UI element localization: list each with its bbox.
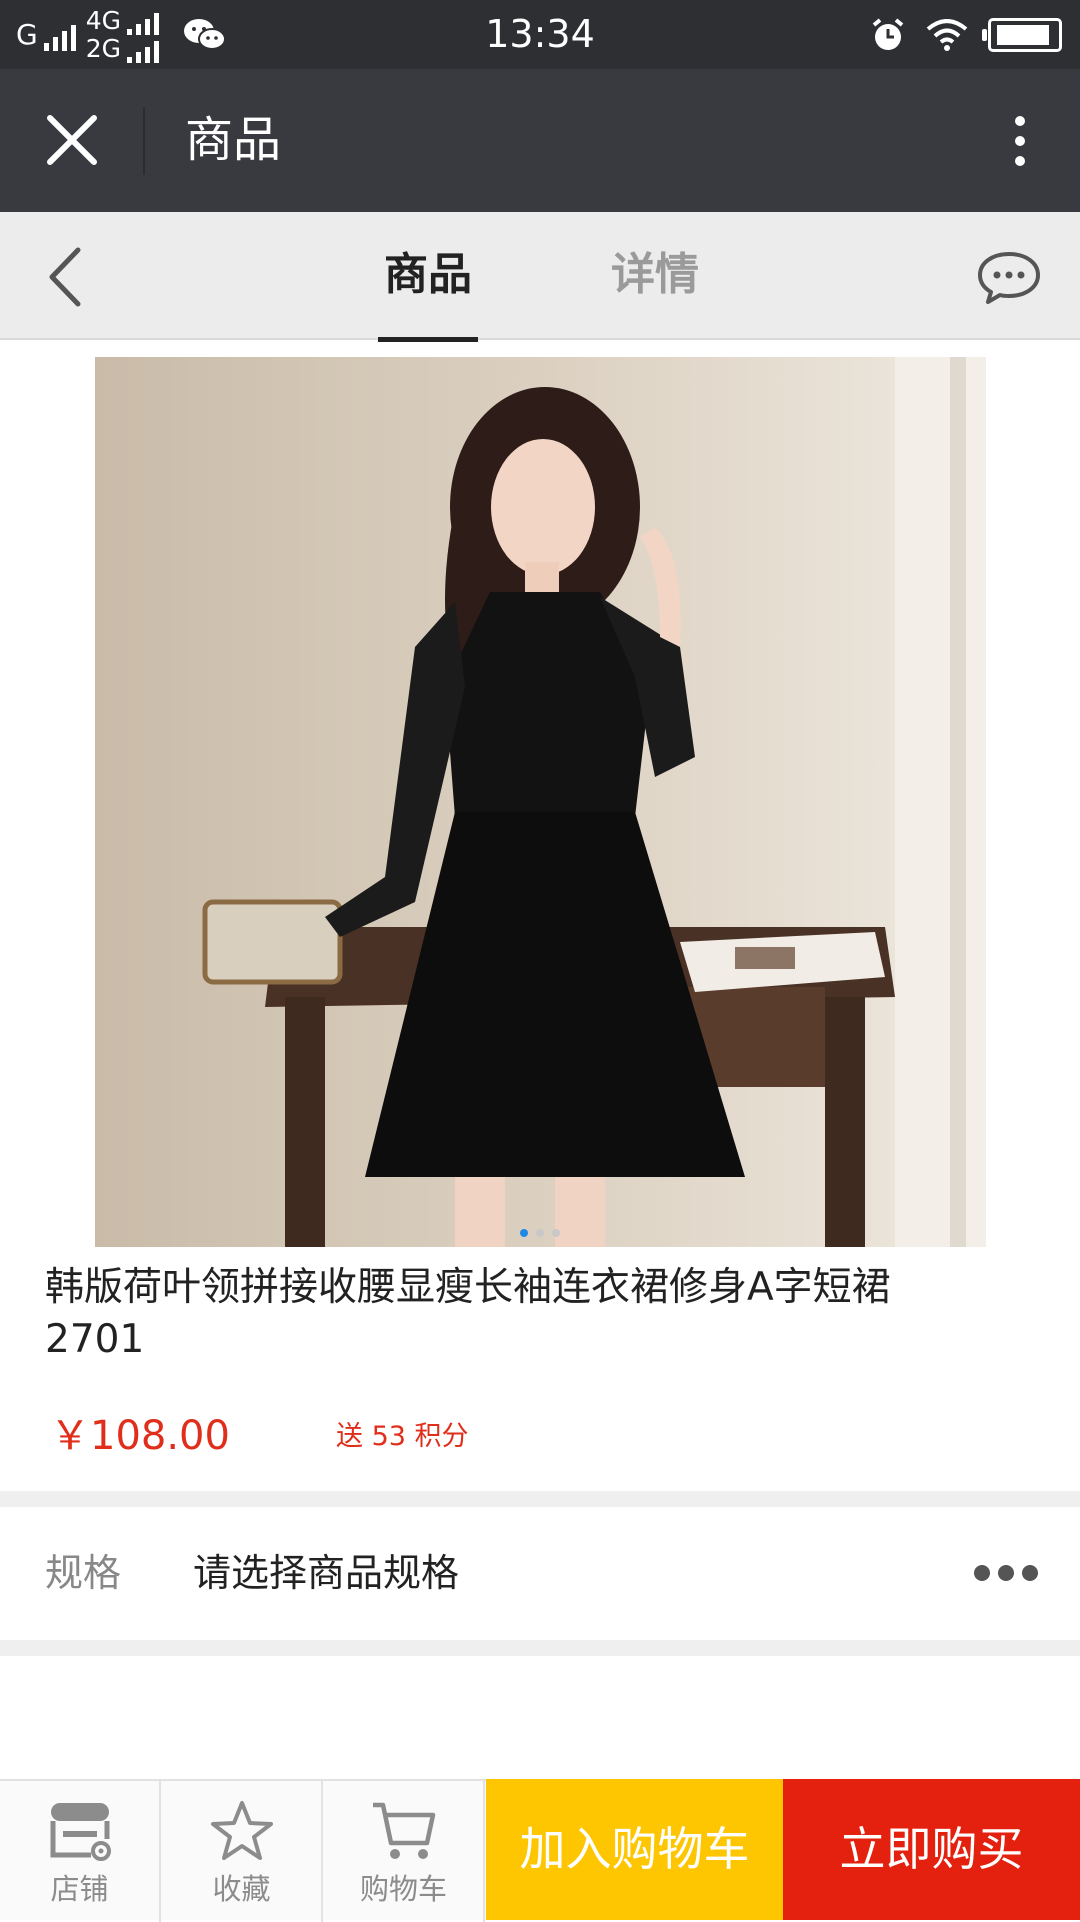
buy-now-button[interactable]: 立即购买 [783,1779,1080,1920]
tab-goods[interactable]: 商品 [378,212,478,340]
page-title: 商品 [185,112,282,168]
close-icon[interactable] [36,104,108,176]
spec-label: 规格 [45,1551,122,1595]
shop-button[interactable]: 店铺 [0,1781,161,1922]
product-photo [95,357,986,1247]
product-image[interactable] [95,357,986,1247]
battery-icon [982,17,1062,52]
chat-icon[interactable] [976,250,1042,306]
section-divider [0,1491,1080,1507]
cart-button[interactable]: 购物车 [324,1781,485,1922]
shop-icon [50,1803,111,1861]
section-divider [0,1640,1080,1656]
status-right [870,0,1062,69]
add-to-cart-button[interactable]: 加入购物车 [486,1779,783,1920]
image-carousel-dots [0,1229,1080,1237]
spec-selector[interactable]: 规格 请选择商品规格 [0,1507,1080,1640]
carousel-dot [552,1229,560,1237]
favorite-label: 收藏 [212,1872,271,1906]
carousel-dot [536,1229,544,1237]
spec-value: 请选择商品规格 [193,1551,460,1595]
active-tab-indicator [378,337,478,342]
header-divider [143,107,145,175]
product-tab-bar: 商品 详情 [0,212,1080,342]
product-price: ￥108.00 [50,1413,230,1459]
favorite-button[interactable]: 收藏 [162,1781,323,1922]
more-horizontal-icon [974,1565,1038,1581]
browser-header: 商品 [0,69,1080,212]
back-icon[interactable] [40,242,90,312]
shopping-cart-icon [372,1802,435,1859]
star-icon [210,1801,273,1860]
more-vertical-icon[interactable] [990,105,1050,177]
reward-points: 送 53 积分 [336,1421,469,1452]
product-title: 韩版荷叶领拼接收腰显瘦长袖连衣裙修身A字短裙2701 [45,1265,891,1362]
tab-detail[interactable]: 详情 [605,212,705,340]
shop-label: 店铺 [50,1872,109,1906]
status-bar: G 4G 2G 13:34 [0,0,1080,69]
alarm-icon [872,17,904,50]
wifi-icon [926,18,968,51]
carousel-dot [520,1229,528,1237]
cart-label: 购物车 [359,1872,447,1906]
